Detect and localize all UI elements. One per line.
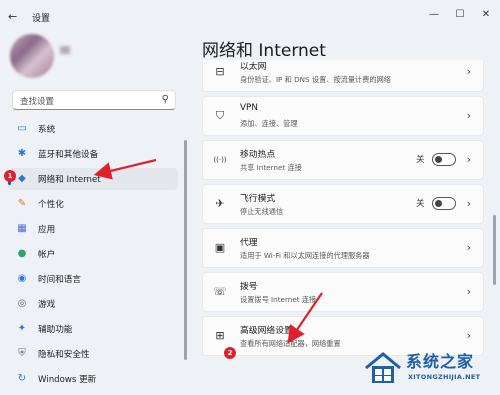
maximize-button[interactable]: ☐ xyxy=(448,6,472,24)
network-adapter-icon: ⊞ xyxy=(215,329,225,342)
chevron-right-icon: › xyxy=(466,197,471,210)
sidebar-item-label: 时间和语言 xyxy=(38,275,81,285)
watermark-subtitle: XITONGZHIJIA.NET xyxy=(408,373,481,381)
sidebar-item-label: 辅助功能 xyxy=(38,325,73,335)
card-subtitle: 添加、连接、管理 xyxy=(240,119,298,128)
vpn-shield-icon: ⛉ xyxy=(215,109,225,122)
toggle-switch[interactable] xyxy=(432,197,456,210)
settings-card-1[interactable]: ⛉ VPN 添加、连接、管理 › xyxy=(202,96,484,136)
sidebar-item-label: 应用 xyxy=(38,225,56,235)
step-badge-2: 2 xyxy=(224,347,236,359)
title-bar: ← 设置 — ☐ ✕ xyxy=(0,0,500,30)
back-arrow-icon[interactable]: ← xyxy=(8,10,17,23)
card-title: 代理 xyxy=(240,238,258,248)
apps-icon: ▦ xyxy=(17,223,27,234)
shield-icon: ⛨ xyxy=(18,348,26,359)
card-title: VPN xyxy=(240,103,258,113)
content-scrollbar[interactable] xyxy=(493,215,496,285)
watermark-logo: 系统之家 XITONGZHIJIA.NET xyxy=(362,342,500,395)
toggle-knob xyxy=(435,156,442,163)
sidebar-item-label: Windows 更新 xyxy=(38,375,97,385)
sidebar-item-label: 网络和 Internet xyxy=(38,175,101,185)
watermark-title: 系统之家 xyxy=(406,352,475,371)
globe-clock-icon: ◉ xyxy=(17,273,27,284)
sidebar-item-10[interactable]: ↻ Windows 更新 xyxy=(8,368,178,390)
sidebar-item-8[interactable]: ✦ 辅助功能 xyxy=(8,318,178,340)
toggle-state-label: 关 xyxy=(416,199,425,209)
hotspot-icon: ((·)) xyxy=(213,156,227,164)
house-logo-icon xyxy=(365,352,401,383)
card-subtitle: 设置拨号 Internet 连接 xyxy=(240,295,317,304)
profile-name-blurred xyxy=(60,46,70,54)
card-subtitle: 适用于 Wi-Fi 和以太网连接的代理服务器 xyxy=(240,251,370,260)
monitor-icon: ▭ xyxy=(17,123,27,134)
gamepad-icon: ◎ xyxy=(17,298,27,309)
search-input[interactable]: 查找设置 xyxy=(20,95,54,107)
card-subtitle: 停止无线通信 xyxy=(240,207,284,216)
card-title: 高级网络设置 xyxy=(240,326,293,336)
dialup-icon: ☏ xyxy=(213,285,227,298)
card-subtitle: 共享 Internet 连接 xyxy=(240,163,302,172)
accessibility-icon: ✦ xyxy=(17,323,27,334)
settings-card-3[interactable]: ✈ 飞行模式停止无线通信 关 › xyxy=(202,184,484,224)
page-title: 网络和 Internet xyxy=(202,41,326,61)
minimize-button[interactable]: — xyxy=(422,6,446,24)
close-button[interactable]: ✕ xyxy=(474,6,498,24)
ethernet-icon: ⊟ xyxy=(215,65,225,78)
chevron-right-icon: › xyxy=(466,153,471,166)
wifi-icon: ◆ xyxy=(18,173,26,184)
bluetooth-icon: ✱ xyxy=(17,148,27,159)
sidebar-item-label: 蓝牙和其他设备 xyxy=(38,150,99,160)
sidebar-item-0[interactable]: ▭ 系统 xyxy=(8,118,178,140)
avatar xyxy=(10,34,54,78)
chevron-right-icon: › xyxy=(466,329,471,342)
settings-card-0[interactable]: ⊟ 以太网身份验证、IP 和 DNS 设置、按流量计费的网络 › xyxy=(202,60,484,92)
toggle-switch[interactable] xyxy=(432,153,456,166)
chevron-right-icon: › xyxy=(466,65,471,78)
sidebar-item-1[interactable]: ✱ 蓝牙和其他设备 xyxy=(8,143,178,165)
toggle-knob xyxy=(435,200,442,207)
sidebar-item-5[interactable]: ● 帐户 xyxy=(8,243,178,265)
sidebar-item-label: 帐户 xyxy=(38,250,56,260)
sidebar-item-4[interactable]: ▦ 应用 xyxy=(8,218,178,240)
sidebar-item-label: 游戏 xyxy=(38,300,56,310)
brush-icon: ✎ xyxy=(17,198,27,209)
proxy-icon: ▣ xyxy=(214,241,226,254)
search-icon: ⚲ xyxy=(161,94,169,105)
chevron-right-icon: › xyxy=(466,241,471,254)
chevron-right-icon: › xyxy=(466,285,471,298)
sidebar-item-label: 系统 xyxy=(38,125,56,135)
settings-card-4[interactable]: ▣ 代理适用于 Wi-Fi 和以太网连接的代理服务器 › xyxy=(202,228,484,268)
card-title: 移动热点 xyxy=(240,150,276,160)
sidebar-scrollbar[interactable] xyxy=(184,140,187,360)
card-subtitle: 查看所有网络适配器，网络重置 xyxy=(240,339,341,348)
sidebar-item-6[interactable]: ◉ 时间和语言 xyxy=(8,268,178,290)
sidebar-item-7[interactable]: ◎ 游戏 xyxy=(8,293,178,315)
user-profile[interactable] xyxy=(10,34,70,78)
toggle-state-label: 关 xyxy=(416,155,425,165)
settings-card-5[interactable]: ☏ 拨号设置拨号 Internet 连接 › xyxy=(202,272,484,312)
update-icon: ↻ xyxy=(17,373,27,384)
card-title: 飞行模式 xyxy=(240,194,276,204)
sidebar-item-label: 个性化 xyxy=(38,200,64,210)
card-title: 拨号 xyxy=(240,282,258,292)
account-icon: ● xyxy=(17,248,27,259)
sidebar-item-2[interactable]: ◆ 网络和 Internet xyxy=(8,168,178,190)
sidebar-item-label: 隐私和安全性 xyxy=(38,350,90,360)
card-subtitle: 身份验证、IP 和 DNS 设置、按流量计费的网络 xyxy=(240,75,391,84)
card-title: 以太网 xyxy=(240,62,267,72)
search-box[interactable]: 查找设置 ⚲ xyxy=(12,90,176,110)
sidebar-item-3[interactable]: ✎ 个性化 xyxy=(8,193,178,215)
app-title: 设置 xyxy=(32,14,51,24)
sidebar-item-9[interactable]: ⛨ 隐私和安全性 xyxy=(8,343,178,365)
step-badge-1: 1 xyxy=(4,170,16,182)
airplane-icon: ✈ xyxy=(215,197,225,210)
chevron-right-icon: › xyxy=(466,109,471,122)
settings-card-2[interactable]: ((·)) 移动热点共享 Internet 连接 关 › xyxy=(202,140,484,180)
